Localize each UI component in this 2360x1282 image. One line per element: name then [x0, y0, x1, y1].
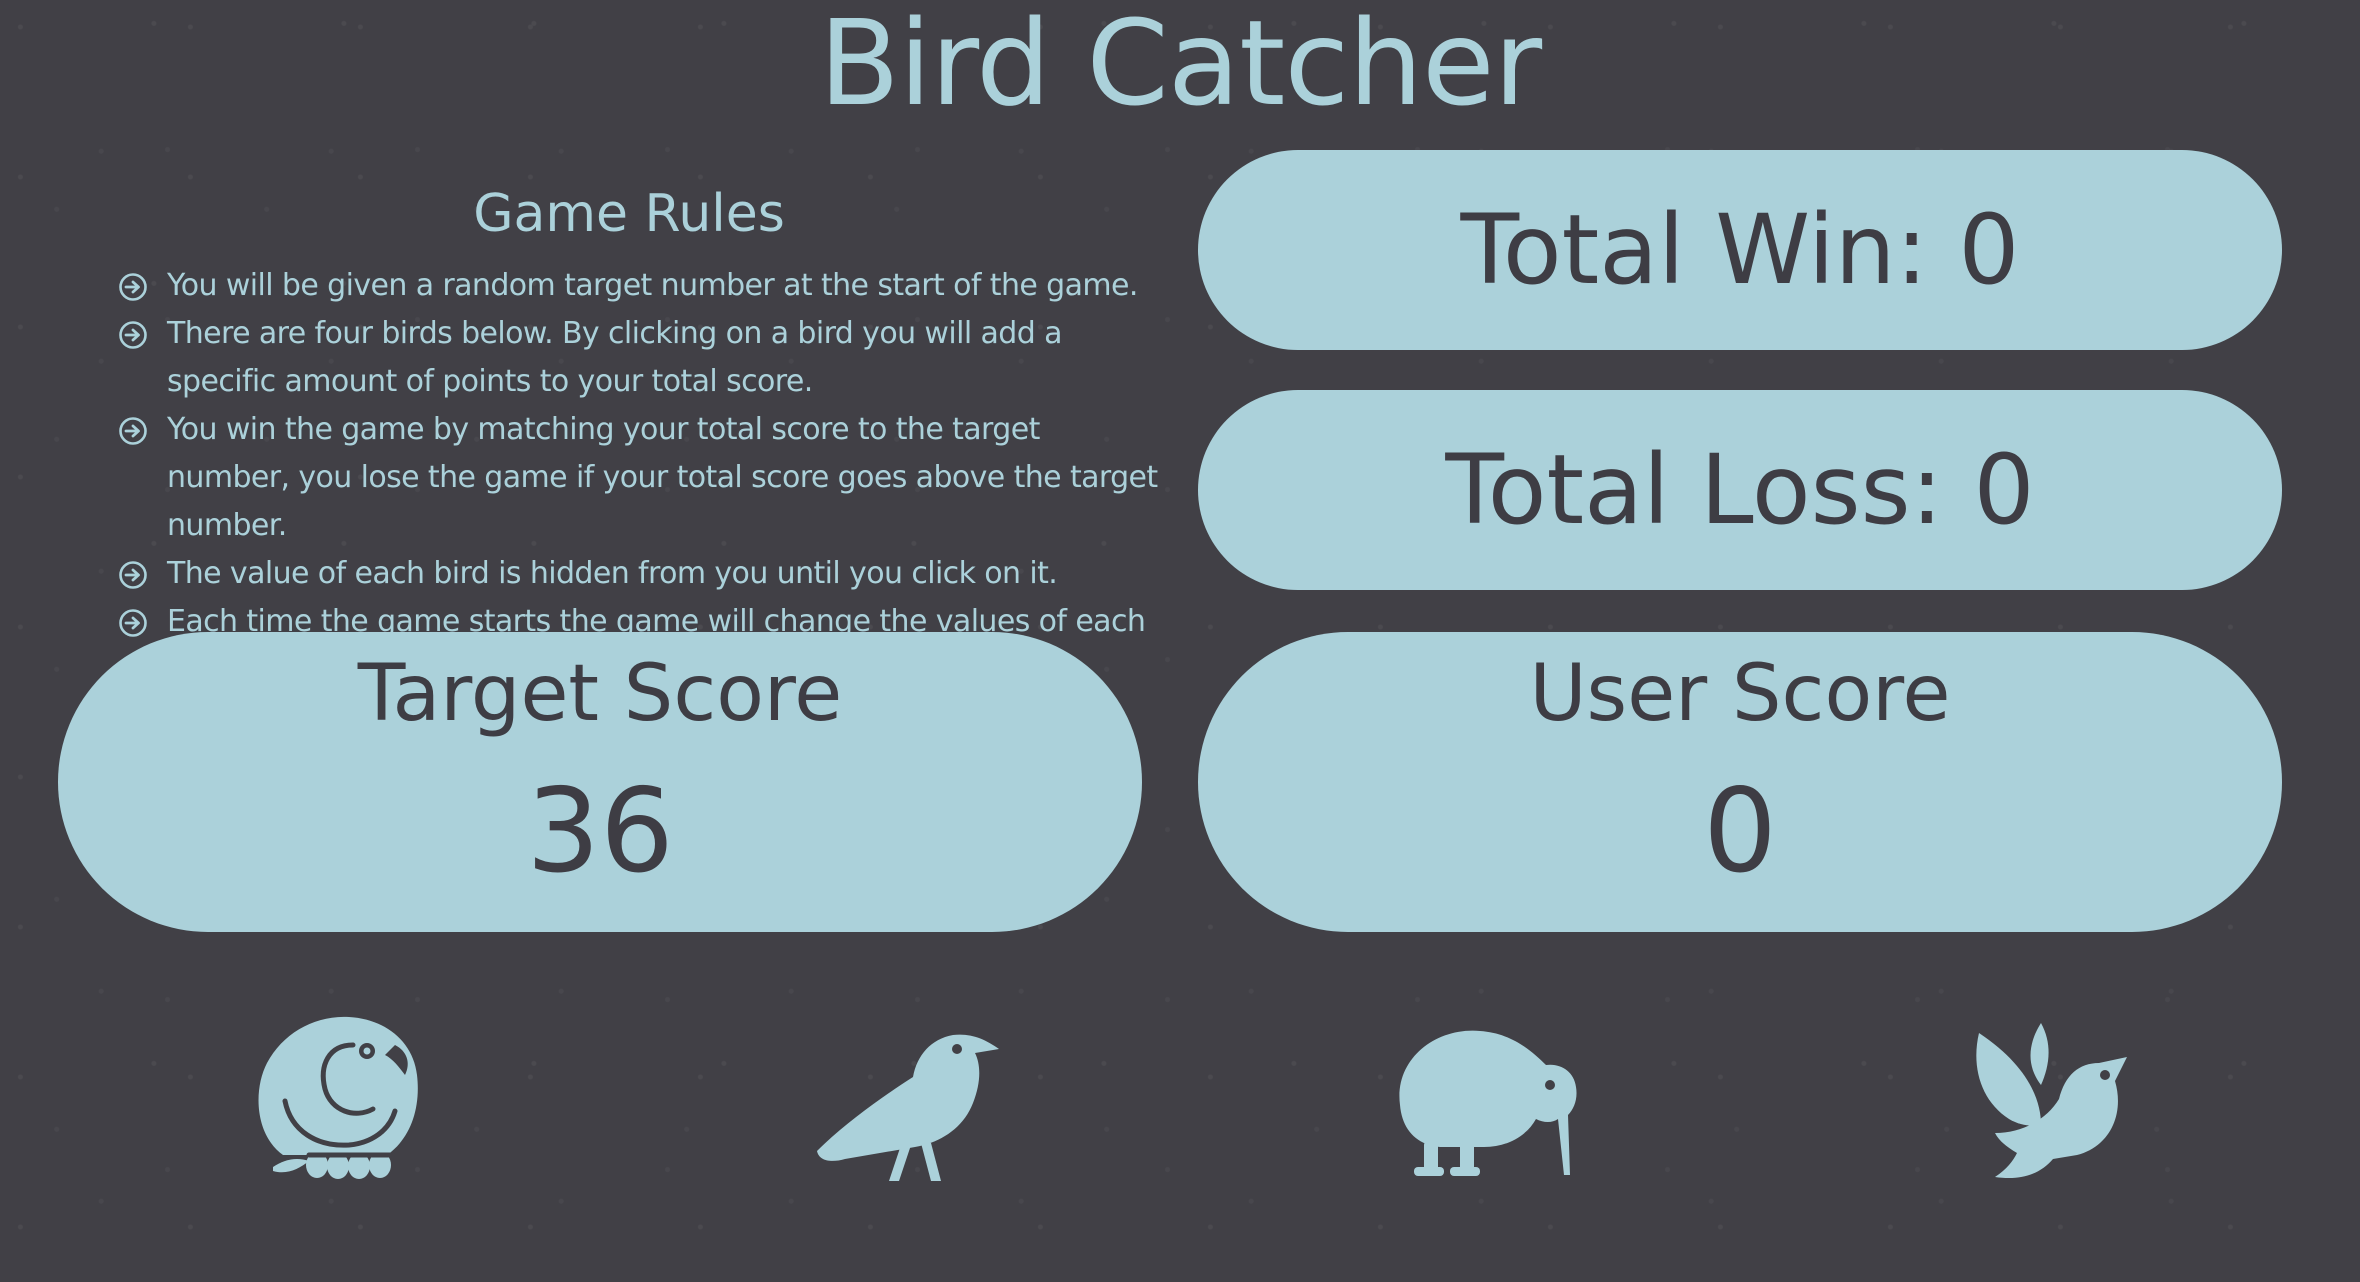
bird-button-1[interactable]: [245, 1005, 445, 1185]
target-score-panel: Target Score 36: [58, 632, 1142, 932]
user-score-label: User Score: [1529, 649, 1951, 739]
rules-list: You will be given a random target number…: [110, 262, 1170, 694]
total-loss-panel: Total Loss: 0: [1198, 390, 2282, 590]
bird-button-2[interactable]: [805, 1005, 1005, 1185]
rule-item: The value of each bird is hidden from yo…: [110, 550, 1170, 598]
total-win-text: Total Win: 0: [1460, 194, 2020, 306]
user-score-panel: User Score 0: [1198, 632, 2282, 932]
game-rules: Game Rules You will be given a random ta…: [110, 178, 1170, 694]
total-loss-text: Total Loss: 0: [1445, 434, 2035, 546]
rules-heading: Game Rules: [473, 184, 785, 244]
parrot-icon: [258, 1016, 418, 1179]
rule-text: You win the game by matching your total …: [167, 412, 1158, 543]
rule-text: The value of each bird is hidden from yo…: [167, 556, 1058, 591]
arrow-circle-right-icon: [119, 561, 147, 589]
user-score-value: 0: [1703, 764, 1777, 899]
game-title: Bird Catcher: [818, 0, 1542, 132]
kiwi-bird-icon: [1399, 1030, 1577, 1176]
rule-item: There are four birds below. By clicking …: [110, 310, 1170, 406]
total-win-panel: Total Win: 0: [1198, 150, 2282, 350]
arrow-circle-right-icon: [119, 273, 147, 301]
bird-button-4[interactable]: [1955, 1005, 2155, 1185]
arrow-circle-right-icon: [119, 321, 147, 349]
bird-button-3[interactable]: [1380, 1005, 1580, 1185]
rule-item: You will be given a random target number…: [110, 262, 1170, 310]
target-score-label: Target Score: [357, 649, 843, 739]
dove-icon: [1976, 1023, 2127, 1179]
rule-item: You win the game by matching your total …: [110, 406, 1170, 550]
rule-text: You will be given a random target number…: [167, 268, 1138, 303]
target-score-value: 36: [526, 764, 674, 899]
rule-text: There are four birds below. By clicking …: [167, 316, 1063, 399]
arrow-circle-right-icon: [119, 417, 147, 445]
crow-icon: [817, 1034, 999, 1181]
